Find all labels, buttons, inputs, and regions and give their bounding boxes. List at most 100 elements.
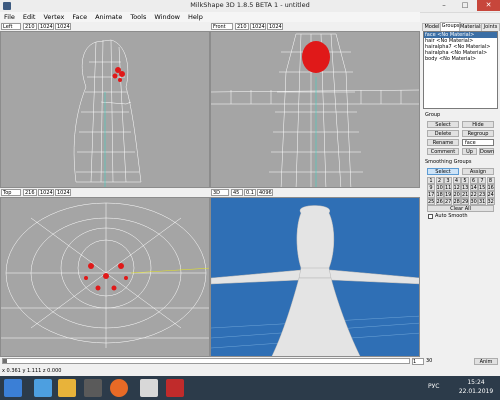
auto-smooth-label: Auto Smooth: [435, 213, 468, 219]
language-indicator[interactable]: РУС: [428, 383, 439, 390]
hide-button[interactable]: Hide: [462, 121, 494, 128]
left-viewport[interactable]: [0, 31, 210, 188]
smoothing-group-button[interactable]: 12: [452, 184, 461, 191]
menu-tools[interactable]: Tools: [126, 12, 150, 22]
smoothing-group-button[interactable]: 11: [444, 184, 452, 191]
up-button[interactable]: Up: [462, 148, 477, 155]
left-view-select[interactable]: Left: [1, 23, 21, 30]
smoothing-group-button[interactable]: 6: [469, 177, 478, 184]
select-button[interactable]: Select: [427, 121, 459, 128]
smoothing-group-button[interactable]: 27: [444, 198, 452, 205]
clock-time[interactable]: 15:24: [456, 379, 496, 386]
front-viewport-header: Front 210 1024 1024: [210, 22, 420, 31]
timeline-thumb[interactable]: [3, 359, 7, 363]
smoothing-group-button[interactable]: 30: [469, 198, 478, 205]
left-field-3[interactable]: 1024: [55, 23, 71, 30]
persp-field-2[interactable]: 0.1: [244, 189, 256, 196]
tab-model[interactable]: Model: [422, 23, 442, 31]
explorer-icon[interactable]: [34, 379, 52, 397]
clear-all-button[interactable]: Clear All: [427, 205, 494, 212]
smoothing-group-button[interactable]: 28: [452, 198, 461, 205]
list-item[interactable]: body <No Material>: [424, 56, 497, 62]
milkshape-taskbar-icon[interactable]: [140, 379, 158, 397]
smoothing-group-button[interactable]: 24: [486, 191, 495, 198]
persp-field-1[interactable]: 45: [231, 189, 243, 196]
smoothing-group-button[interactable]: 7: [478, 177, 486, 184]
top-wireframe: [1, 202, 209, 348]
smoothing-group-button[interactable]: 26: [435, 198, 444, 205]
smoothing-group-button[interactable]: 25: [427, 198, 435, 205]
smoothing-group-button[interactable]: 9: [427, 184, 435, 191]
smoothing-group-button[interactable]: 17: [427, 191, 435, 198]
group-list[interactable]: face <No Material> hair <No Material> ha…: [423, 31, 498, 109]
group-name-input[interactable]: face: [462, 139, 494, 146]
menu-window[interactable]: Window: [150, 12, 184, 22]
smoothing-group-button[interactable]: 1: [427, 177, 435, 184]
smoothing-group-button[interactable]: 21: [461, 191, 469, 198]
auto-smooth-checkbox[interactable]: [428, 214, 433, 219]
front-field-2[interactable]: 1024: [250, 23, 266, 30]
smoothing-group-button[interactable]: 15: [478, 184, 486, 191]
clock-date[interactable]: 22.01.2019: [456, 388, 496, 395]
menu-file[interactable]: File: [0, 12, 19, 22]
smoothing-group-button[interactable]: 32: [486, 198, 495, 205]
red-app-icon[interactable]: [166, 379, 184, 397]
top-viewport[interactable]: [0, 197, 210, 357]
folder-icon[interactable]: [58, 379, 76, 397]
timeline-slider[interactable]: [2, 358, 410, 364]
rename-button[interactable]: Rename: [427, 139, 459, 146]
close-button[interactable]: ✕: [477, 0, 500, 11]
down-button[interactable]: Down: [479, 148, 494, 155]
panel-tabs: Model Groups Materials Joints: [421, 22, 500, 32]
smoothing-group-button[interactable]: 4: [452, 177, 461, 184]
front-field-3[interactable]: 1024: [267, 23, 283, 30]
menu-help[interactable]: Help: [184, 12, 207, 22]
frame-input[interactable]: 1: [412, 358, 424, 365]
smoothing-assign-button[interactable]: Assign: [462, 168, 494, 175]
front-field-1[interactable]: 210: [235, 23, 249, 30]
smoothing-group-button[interactable]: 14: [469, 184, 478, 191]
top-field-2[interactable]: 1024: [38, 189, 54, 196]
tab-materials[interactable]: Materials: [459, 23, 483, 31]
menu-vertex[interactable]: Vertex: [39, 12, 68, 22]
smoothing-group-button[interactable]: 10: [435, 184, 444, 191]
comment-button[interactable]: Comment: [427, 148, 459, 155]
front-viewport[interactable]: [210, 31, 420, 188]
persp-viewport[interactable]: [210, 197, 420, 357]
top-view-select[interactable]: Top: [1, 189, 21, 196]
app-icon-taskbar[interactable]: [84, 379, 102, 397]
smoothing-group-button[interactable]: 31: [478, 198, 486, 205]
anim-button[interactable]: Anim: [474, 358, 498, 365]
persp-view-select[interactable]: 3D: [211, 189, 229, 196]
smoothing-group-button[interactable]: 22: [469, 191, 478, 198]
smoothing-group-button[interactable]: 16: [486, 184, 495, 191]
smoothing-group-button[interactable]: 18: [435, 191, 444, 198]
menu-animate[interactable]: Animate: [91, 12, 126, 22]
start-icon[interactable]: [4, 379, 22, 397]
left-field-1[interactable]: 210: [23, 23, 37, 30]
delete-button[interactable]: Delete: [427, 130, 459, 137]
smoothing-group-button[interactable]: 20: [452, 191, 461, 198]
top-field-1[interactable]: 216: [23, 189, 37, 196]
smoothing-group-button[interactable]: 23: [478, 191, 486, 198]
front-view-select[interactable]: Front: [211, 23, 233, 30]
left-field-2[interactable]: 1024: [38, 23, 54, 30]
regroup-button[interactable]: Regroup: [462, 130, 494, 137]
maximize-button[interactable]: □: [455, 0, 475, 11]
tab-joints[interactable]: Joints: [481, 23, 500, 31]
top-field-3[interactable]: 1024: [55, 189, 71, 196]
smoothing-group-button[interactable]: 19: [444, 191, 452, 198]
smoothing-group-button[interactable]: 8: [486, 177, 495, 184]
persp-field-3[interactable]: 4096: [257, 189, 273, 196]
smoothing-group-button[interactable]: 13: [461, 184, 469, 191]
smoothing-group-button[interactable]: 5: [461, 177, 469, 184]
firefox-icon[interactable]: [110, 379, 128, 397]
smoothing-group-button[interactable]: 2: [435, 177, 444, 184]
menu-edit[interactable]: Edit: [19, 12, 40, 22]
persp-viewport-header: 3D 45 0.1 4096: [210, 188, 420, 197]
smoothing-group-button[interactable]: 3: [444, 177, 452, 184]
smoothing-select-button[interactable]: Select: [427, 168, 459, 175]
minimize-button[interactable]: –: [434, 0, 454, 11]
smoothing-group-button[interactable]: 29: [461, 198, 469, 205]
menu-face[interactable]: Face: [68, 12, 91, 22]
